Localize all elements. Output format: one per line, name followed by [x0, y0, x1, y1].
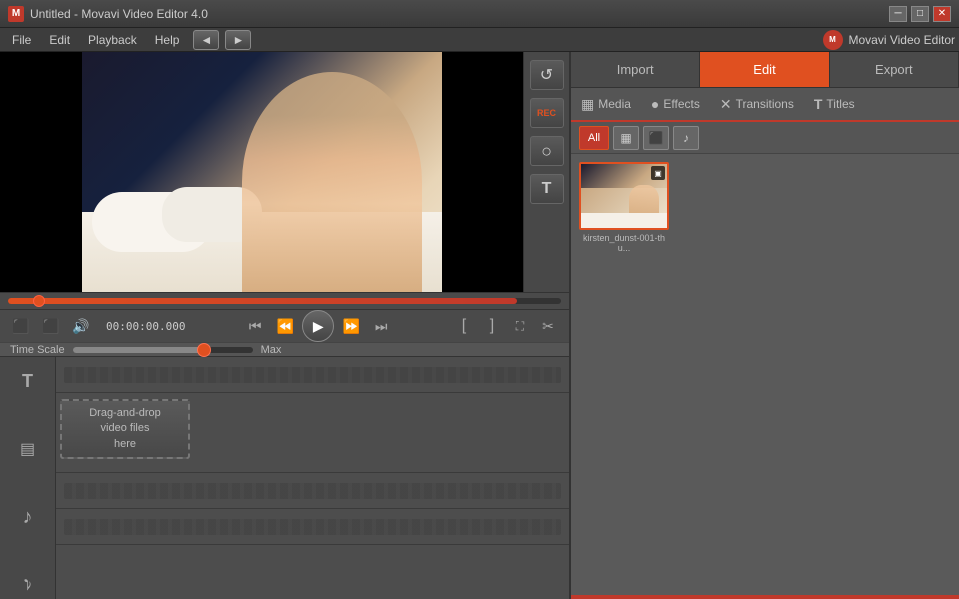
bracket-controls: [ ] ⛶ ✂ [451, 314, 561, 338]
tab-import[interactable]: Import [571, 52, 700, 87]
timescale-thumb[interactable] [197, 343, 211, 357]
menu-help[interactable]: Help [147, 31, 188, 49]
app-icon: M [8, 6, 24, 22]
sub-tabs: ▦ Media ● Effects ✕ Transitions T Titles [571, 88, 959, 122]
controls-area: ⬛ ⬛ 🔊 00:00:00.000 ⏮ ⏪ ▶ ⏩ ⏭ [ ] ⛶ ✂ [0, 310, 569, 342]
left-panel: ↺ REC ○ T ⬛ ⬛ 🔊 00:00:00.000 ⏮ ⏪ ▶ ⏩ [0, 52, 569, 599]
effects-label: Effects [663, 97, 699, 111]
right-panel: Import Edit Export ▦ Media ● Effects ✕ T… [569, 52, 959, 599]
media-label: Media [598, 97, 631, 111]
minimize-button[interactable]: ─ [889, 6, 907, 22]
tab-export[interactable]: Export [830, 52, 959, 87]
audio-track2-icon[interactable]: ♪ [12, 571, 44, 599]
timeline-left-icons: T ▤ ♪ ♪ [0, 357, 56, 599]
volume-button[interactable]: 🔊 [68, 314, 94, 338]
film-icon-1: ▣ [651, 166, 665, 180]
progress-area [0, 292, 569, 310]
rec-button[interactable]: REC [530, 98, 564, 128]
play-button[interactable]: ▶ [302, 310, 334, 342]
filter-video-button[interactable]: ▦ [613, 126, 639, 150]
audio-track-1 [56, 473, 569, 509]
main-layout: ↺ REC ○ T ⬛ ⬛ 🔊 00:00:00.000 ⏮ ⏪ ▶ ⏩ [0, 52, 959, 599]
person-silhouette [242, 72, 422, 292]
video-thumbnail [82, 52, 442, 292]
timescale-bar: Time Scale Max [0, 342, 569, 356]
nav-back-button[interactable]: ◄ [193, 30, 219, 50]
record-circle-button[interactable]: ○ [530, 136, 564, 166]
clip-button[interactable]: ⬛ [38, 314, 64, 338]
title-track-icon[interactable]: T [12, 367, 44, 395]
transitions-label: Transitions [736, 97, 794, 111]
subtab-titles[interactable]: T Titles [804, 88, 865, 120]
max-label: Max [261, 344, 282, 356]
movavi-logo: M [823, 30, 843, 50]
video-area: ↺ REC ○ T [0, 52, 569, 292]
close-button[interactable]: ✕ [933, 6, 951, 22]
progress-fill [8, 298, 517, 304]
brand-text: Movavi Video Editor [849, 33, 956, 47]
window-title: Untitled - Movavi Video Editor 4.0 [30, 7, 889, 21]
video-side-controls: ↺ REC ○ T [523, 52, 569, 292]
time-display: 00:00:00.000 [106, 320, 185, 333]
top-tabs: Import Edit Export [571, 52, 959, 88]
title-track-strip [64, 367, 561, 383]
titles-label: Titles [826, 97, 854, 111]
prev-button[interactable]: ⏮ [242, 314, 268, 338]
rewind-button[interactable]: ⏪ [272, 314, 298, 338]
video-drop-zone[interactable]: Drag-and-drop video files here [60, 399, 190, 459]
audio-track2-strip [64, 519, 561, 535]
timescale-label: Time Scale [10, 344, 65, 356]
subtab-media[interactable]: ▦ Media [571, 88, 641, 120]
cut-button[interactable]: ✂ [535, 314, 561, 338]
menu-playback[interactable]: Playback [80, 31, 145, 49]
progress-track[interactable] [8, 298, 561, 304]
brand-area: M Movavi Video Editor [823, 30, 956, 50]
timescale-fill [73, 347, 203, 353]
tab-edit[interactable]: Edit [700, 52, 829, 87]
media-thumb-1: ▣ [579, 162, 669, 230]
video-preview[interactable] [0, 52, 523, 292]
undo-button[interactable]: ↺ [530, 60, 564, 90]
ff-button[interactable]: ⏩ [338, 314, 364, 338]
filter-bar: All ▦ ⬛ ♪ [571, 122, 959, 154]
effects-icon: ● [651, 96, 659, 112]
nav-forward-button[interactable]: ► [225, 30, 251, 50]
video-track[interactable]: Drag-and-drop video files here [56, 393, 569, 473]
menu-edit[interactable]: Edit [41, 31, 78, 49]
audio-track1-strip [64, 483, 561, 499]
filter-all-button[interactable]: All [579, 126, 609, 150]
media-grid: ▣ kirsten_dunst-001-thu... [571, 154, 959, 595]
next-button[interactable]: ⏭ [368, 314, 394, 338]
filter-image-button[interactable]: ⬛ [643, 126, 669, 150]
subtab-transitions[interactable]: ✕ Transitions [710, 88, 804, 120]
maximize-button[interactable]: □ [911, 6, 929, 22]
title-bar: M Untitled - Movavi Video Editor 4.0 ─ □… [0, 0, 959, 28]
transitions-icon: ✕ [720, 96, 732, 113]
snapshot-button[interactable]: ⬛ [8, 314, 34, 338]
mark-out-button[interactable]: ] [479, 314, 505, 338]
timeline-area: T ▤ ♪ ♪ Drag-and-drop video files here [0, 356, 569, 599]
timescale-track[interactable] [73, 347, 253, 353]
text-overlay-button[interactable]: T [530, 174, 564, 204]
title-track [56, 357, 569, 393]
fullscreen-button[interactable]: ⛶ [507, 314, 533, 338]
timeline-tracks: Drag-and-drop video files here [56, 357, 569, 599]
progress-thumb[interactable] [33, 295, 45, 307]
filter-audio-button[interactable]: ♪ [673, 126, 699, 150]
media-icon: ▦ [581, 96, 594, 113]
playback-controls: ⏮ ⏪ ▶ ⏩ ⏭ [242, 310, 394, 342]
menu-file[interactable]: File [4, 31, 39, 49]
drop-zone-text: Drag-and-drop video files here [89, 406, 161, 452]
media-label-1: kirsten_dunst-001-thu... [579, 233, 669, 253]
window-controls: ─ □ ✕ [889, 6, 951, 22]
audio-track-2 [56, 509, 569, 545]
bottom-accent-line [571, 595, 959, 599]
video-track-icon[interactable]: ▤ [12, 435, 44, 463]
audio-track1-icon[interactable]: ♪ [12, 503, 44, 531]
media-item-1[interactable]: ▣ kirsten_dunst-001-thu... [579, 162, 669, 253]
mark-in-button[interactable]: [ [451, 314, 477, 338]
menu-bar: File Edit Playback Help ◄ ► M Movavi Vid… [0, 28, 959, 52]
titles-icon: T [814, 96, 823, 112]
subtab-effects[interactable]: ● Effects [641, 88, 710, 120]
